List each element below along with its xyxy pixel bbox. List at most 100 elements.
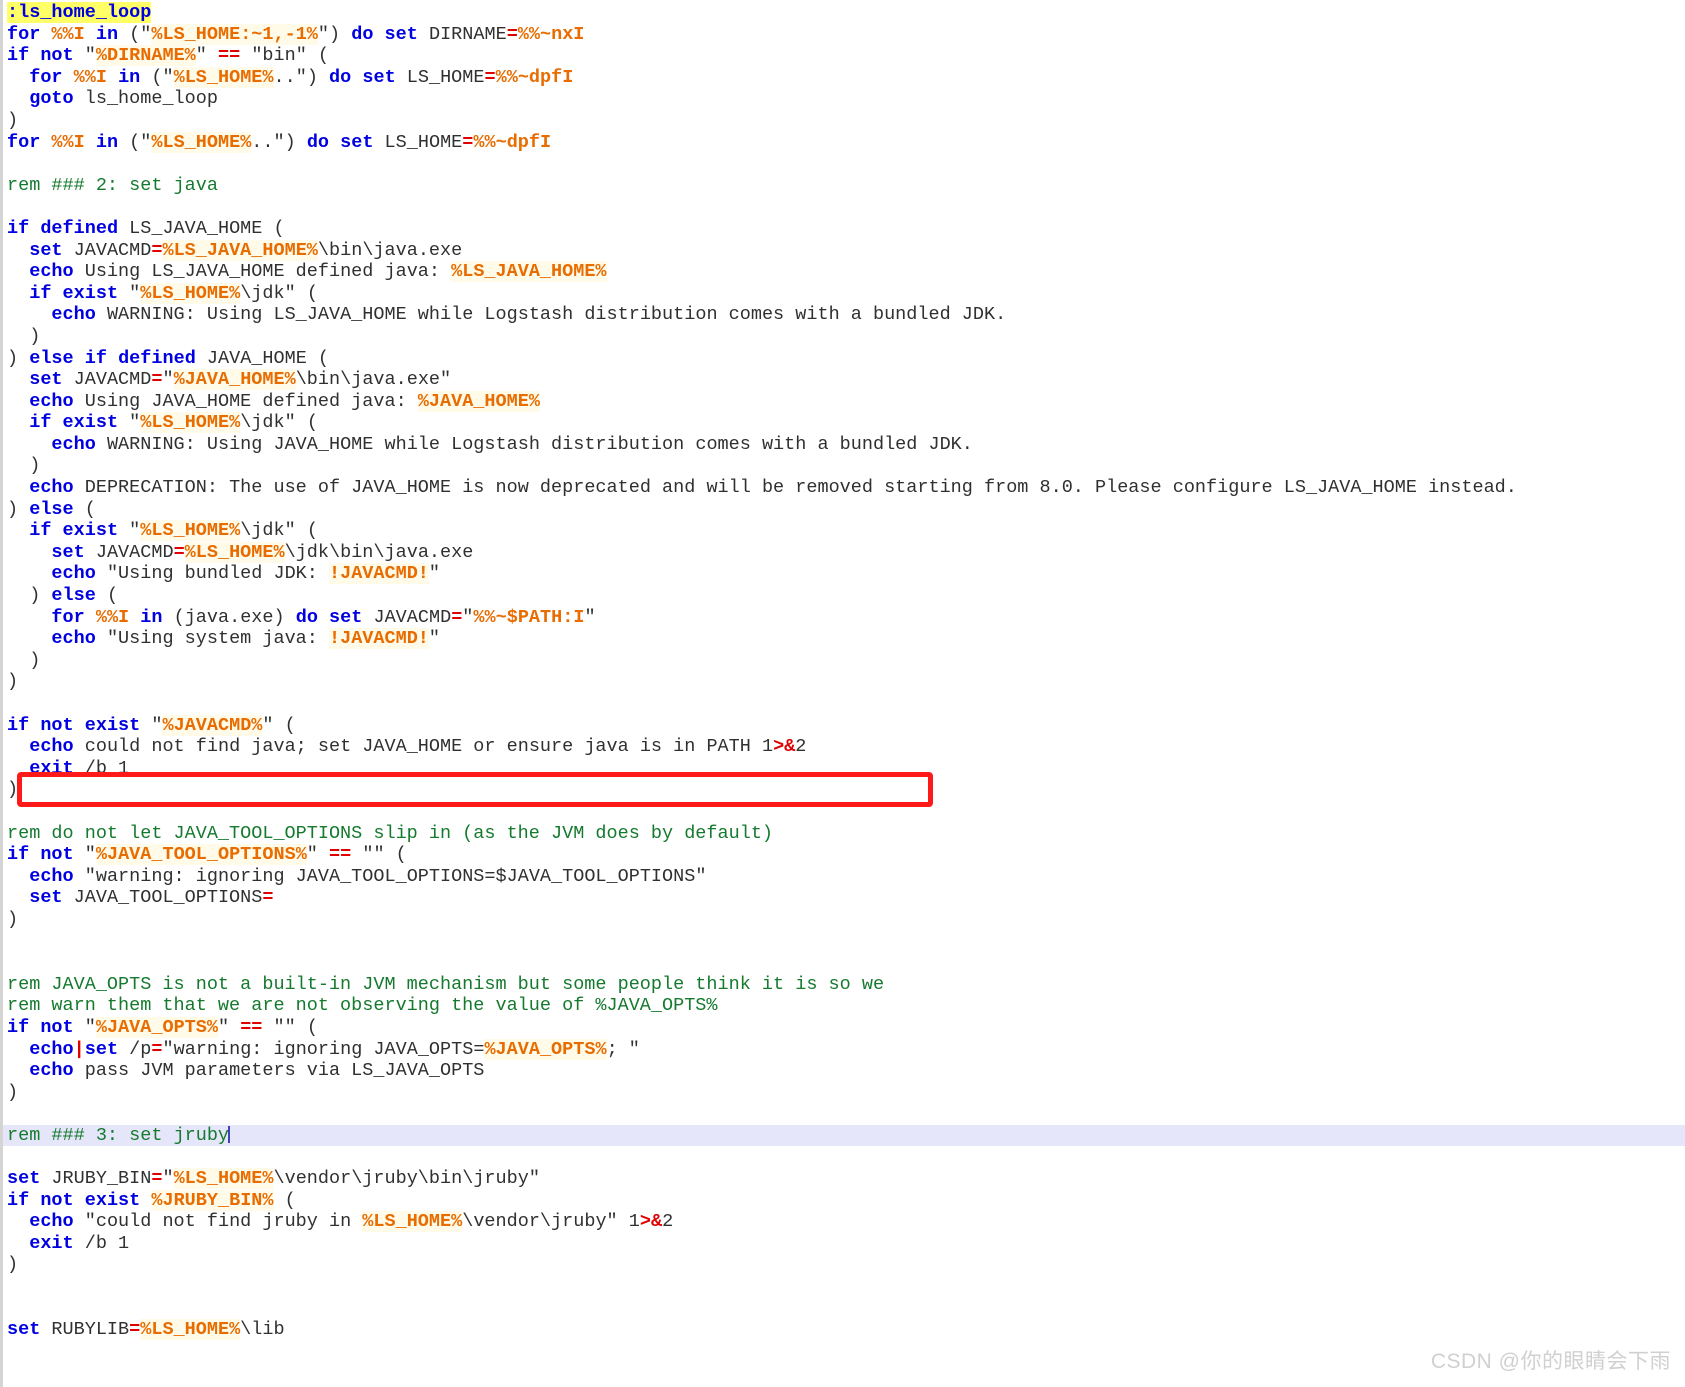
code-line[interactable]: set JAVACMD=%LS_JAVA_HOME%\bin\java.exe <box>3 239 1685 262</box>
code-line[interactable]: rem ### 2: set java <box>3 175 1685 197</box>
code-line[interactable] <box>3 801 1685 823</box>
code-token-kw: in <box>140 606 163 628</box>
code-line[interactable]: exit /b 1 <box>3 758 1685 780</box>
code-token-kw: set <box>384 23 418 45</box>
code-line[interactable]: rem warn them that we are not observing … <box>3 995 1685 1017</box>
code-line[interactable]: ) <box>3 455 1685 477</box>
code-token-kw: if <box>7 844 30 866</box>
code-line[interactable]: echo WARNING: Using JAVA_HOME while Logs… <box>3 434 1685 456</box>
code-line[interactable]: echo "Using system java: !JAVACMD!" <box>3 628 1685 650</box>
code-line[interactable] <box>3 952 1685 974</box>
code-line[interactable]: echo pass JVM parameters via LS_JAVA_OPT… <box>3 1060 1685 1082</box>
code-line[interactable]: echo WARNING: Using LS_JAVA_HOME while L… <box>3 304 1685 326</box>
code-line[interactable]: echo|set /p="warning: ignoring JAVA_OPTS… <box>3 1038 1685 1061</box>
code-line[interactable]: ) else ( <box>3 585 1685 607</box>
code-line[interactable]: if not exist "%JAVACMD%" ( <box>3 714 1685 737</box>
code-line[interactable]: echo could not find java; set JAVA_HOME … <box>3 736 1685 758</box>
code-token-op: = <box>262 887 274 909</box>
code-line[interactable]: if exist "%LS_HOME%\jdk" ( <box>3 520 1685 542</box>
code-line[interactable]: echo Using LS_JAVA_HOME defined java: %L… <box>3 261 1685 283</box>
code-line[interactable]: if not "%JAVA_OPTS%" == "" ( <box>3 1016 1685 1039</box>
code-token-kw: if <box>29 282 52 304</box>
code-line[interactable]: for %%I in ("%LS_HOME%..") do set LS_HOM… <box>3 66 1685 89</box>
code-token-txt: "warning: ignoring JAVA_TOOL_OPTIONS=$JA… <box>73 865 707 887</box>
code-line[interactable]: ) else ( <box>3 499 1685 521</box>
code-token-var-nb: %%I <box>51 131 85 153</box>
code-line[interactable]: if defined LS_JAVA_HOME ( <box>3 218 1685 240</box>
code-token-kw: not <box>40 1016 74 1038</box>
code-token-txt: " <box>73 1016 96 1038</box>
code-line[interactable] <box>3 1146 1685 1168</box>
code-line[interactable]: if not "%DIRNAME%" == "bin" ( <box>3 45 1685 67</box>
code-editor-pane[interactable]: :ls_home_loop for %%I in ("%LS_HOME:~1,-1… <box>0 0 1685 1387</box>
code-line[interactable]: ) <box>3 779 1685 801</box>
code-token-txt: /b 1 <box>73 757 130 779</box>
code-line[interactable]: if not "%JAVA_TOOL_OPTIONS%" == "" ( <box>3 844 1685 866</box>
code-line[interactable]: ) else if defined JAVA_HOME ( <box>3 348 1685 370</box>
code-line[interactable]: :ls_home_loop <box>3 2 1685 24</box>
code-line[interactable]: rem do not let JAVA_TOOL_OPTIONS slip in… <box>3 823 1685 845</box>
code-token-txt: (java.exe) <box>162 606 296 628</box>
code-token-txt: ( <box>273 1189 296 1211</box>
code-token-txt: DIRNAME <box>417 23 507 45</box>
code-line[interactable]: if not exist %JRUBY_BIN% ( <box>3 1189 1685 1212</box>
code-line[interactable] <box>3 153 1685 175</box>
code-line[interactable] <box>3 196 1685 218</box>
code-line[interactable]: rem JAVA_OPTS is not a built-in JVM mech… <box>3 974 1685 996</box>
csdn-watermark: CSDN @你的眼睛会下雨 <box>1430 1350 1671 1373</box>
code-token-var: %JAVACMD% <box>162 714 263 736</box>
code-line[interactable]: if exist "%LS_HOME%\jdk" ( <box>3 282 1685 305</box>
code-line[interactable]: rem ### 3: set jruby <box>3 1124 1685 1147</box>
code-line[interactable]: ) <box>3 326 1685 348</box>
code-line[interactable]: echo "could not find jruby in %LS_HOME%\… <box>3 1211 1685 1233</box>
code-line[interactable] <box>3 1276 1685 1298</box>
code-line[interactable]: set JRUBY_BIN="%LS_HOME%\vendor\jruby\bi… <box>3 1168 1685 1190</box>
code-token-txt: ; " <box>606 1038 640 1060</box>
code-token-var: !JAVACMD! <box>328 628 429 650</box>
code-line[interactable]: set JAVA_TOOL_OPTIONS= <box>3 887 1685 909</box>
code-line[interactable]: ) <box>3 909 1685 931</box>
code-line[interactable]: if exist "%LS_HOME%\jdk" ( <box>3 412 1685 434</box>
code-token-kw: if <box>29 412 52 434</box>
code-line[interactable]: echo Using JAVA_HOME defined java: %JAVA… <box>3 390 1685 413</box>
code-token-op: >& <box>639 1211 663 1233</box>
code-line[interactable]: ) <box>3 1082 1685 1104</box>
code-token-var-nb: %%~nxI <box>517 23 585 45</box>
code-line[interactable] <box>3 1103 1685 1125</box>
code-line[interactable] <box>3 931 1685 953</box>
code-line[interactable]: ) <box>3 1254 1685 1276</box>
code-line[interactable]: set RUBYLIB=%LS_HOME%\lib <box>3 1319 1685 1341</box>
code-line[interactable]: ) <box>3 110 1685 132</box>
code-line[interactable]: exit /b 1 <box>3 1233 1685 1255</box>
code-token-txt: " <box>118 282 141 304</box>
code-line[interactable]: echo "warning: ignoring JAVA_TOOL_OPTION… <box>3 866 1685 888</box>
code-token-var: %LS_HOME% <box>140 282 241 304</box>
code-token-txt: "" ( <box>351 844 407 866</box>
code-line[interactable]: goto ls_home_loop <box>3 88 1685 110</box>
code-line[interactable]: ) <box>3 671 1685 693</box>
code-content[interactable]: :ls_home_loop for %%I in ("%LS_HOME:~1,-1… <box>3 2 1685 1341</box>
code-line[interactable]: for %%I in ("%LS_HOME%..") do set LS_HOM… <box>3 131 1685 154</box>
code-token-txt: ) <box>7 908 19 930</box>
code-line[interactable]: for %%I in (java.exe) do set JAVACMD="%%… <box>3 607 1685 629</box>
code-token-var-nb: %%I <box>95 606 130 628</box>
code-line[interactable]: ) <box>3 650 1685 672</box>
code-line[interactable] <box>3 1298 1685 1320</box>
code-line[interactable]: echo DEPRECATION: The use of JAVA_HOME i… <box>3 477 1685 499</box>
code-line[interactable]: echo "Using bundled JDK: !JAVACMD!" <box>3 563 1685 585</box>
code-token-txt: \jdk" ( <box>240 412 318 434</box>
code-line[interactable]: for %%I in ("%LS_HOME:~1,-1%") do set DI… <box>3 23 1685 46</box>
code-line[interactable]: set JAVACMD="%JAVA_HOME%\bin\java.exe" <box>3 369 1685 391</box>
code-line[interactable]: set JAVACMD=%LS_HOME%\jdk\bin\java.exe <box>3 541 1685 564</box>
code-line[interactable] <box>3 693 1685 715</box>
